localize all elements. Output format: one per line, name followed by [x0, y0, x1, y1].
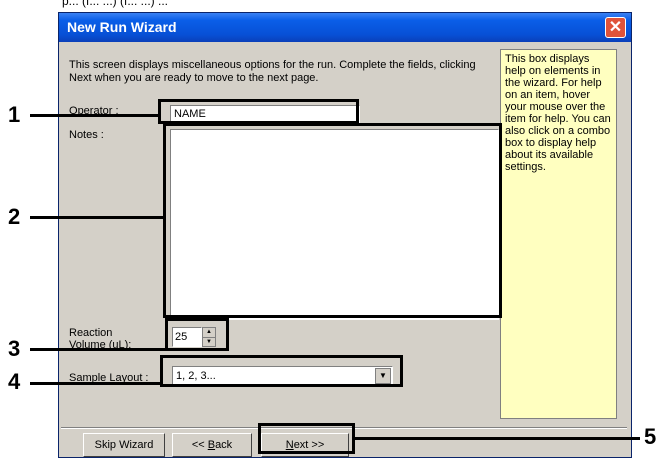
intro-text: This screen displays miscellaneous optio… [69, 59, 476, 84]
callout-box-operator [158, 99, 359, 124]
close-button[interactable]: ✕ [605, 17, 626, 38]
callout-number-2: 2 [8, 204, 21, 229]
callout-box-sample-layout [160, 355, 403, 387]
back-button[interactable]: << Back [172, 433, 252, 457]
close-icon: ✕ [608, 19, 623, 36]
callout-leader-2 [30, 216, 165, 219]
help-box: This box displays help on elements in th… [500, 49, 617, 419]
callout-box-next [258, 423, 355, 454]
callout-box-reaction-volume [165, 318, 229, 351]
callout-leader-3 [30, 348, 168, 351]
callout-leader-5 [353, 437, 640, 440]
skip-wizard-button[interactable]: Skip Wizard [83, 433, 165, 457]
callout-box-notes [163, 123, 502, 318]
callout-leader-1 [30, 114, 160, 117]
reaction-volume-label: Reaction Volume (uL): [69, 327, 132, 349]
callout-number-4: 4 [8, 369, 21, 394]
callout-number-5: 5 [644, 424, 657, 449]
window-title: New Run Wizard [67, 19, 177, 35]
callout-number-1: 1 [8, 102, 21, 127]
title-bar[interactable]: New Run Wizard ✕ [59, 13, 631, 42]
callout-number-3: 3 [8, 336, 21, 361]
callout-leader-4 [30, 382, 162, 385]
cropped-caption-text: p... (f... ...) (f... ...) ... [62, 0, 169, 8]
notes-label: Notes : [69, 129, 104, 141]
